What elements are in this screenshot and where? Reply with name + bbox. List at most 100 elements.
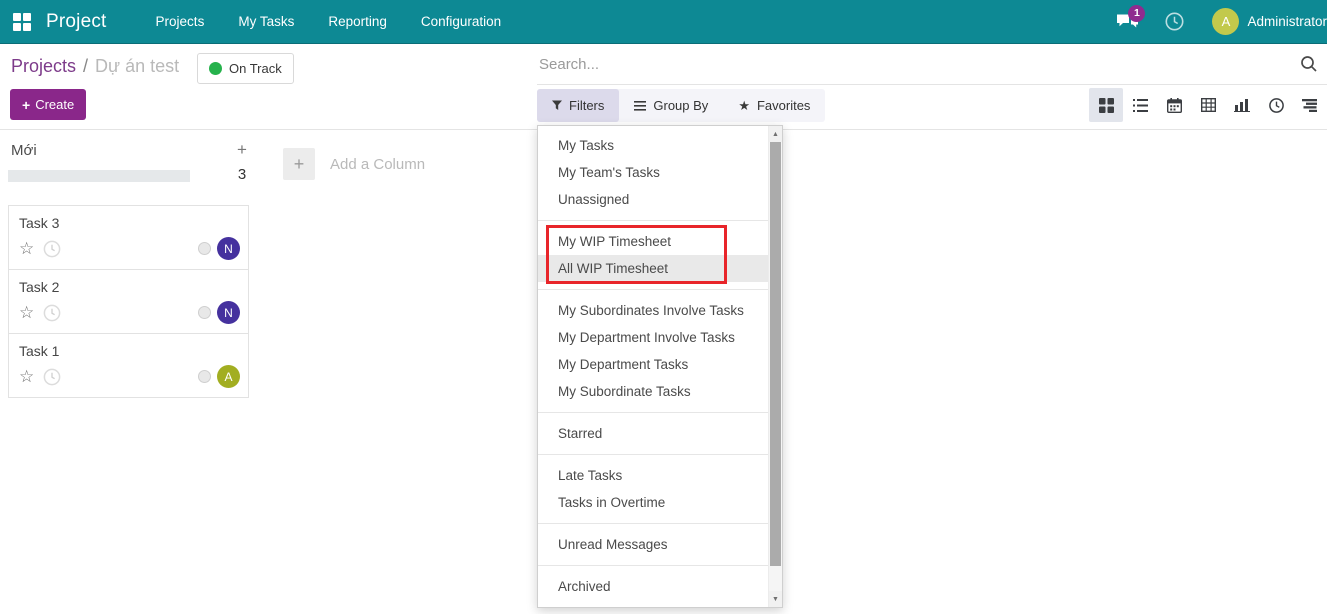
assignee-avatar[interactable]: N [217,301,240,324]
filter-toolbar: Filters Group By ★ Favorites [537,89,826,122]
filter-menu-item[interactable]: Unassigned [538,186,769,213]
status-label: On Track [229,61,282,76]
favorites-button[interactable]: ★ Favorites [723,89,825,122]
filter-menu-item[interactable]: Starred [538,420,769,447]
filters-button[interactable]: Filters [537,89,620,122]
assignee-avatar[interactable]: N [217,237,240,260]
pivot-view-icon [1200,98,1216,112]
card-star-icon[interactable]: ☆ [19,368,34,385]
filter-menu-item[interactable]: My Subordinate Tasks [538,378,769,405]
user-avatar[interactable]: A [1212,8,1240,35]
kanban-state-icon[interactable] [198,370,211,383]
search-bar [537,44,1327,85]
scroll-up-arrow[interactable]: ▲ [769,126,782,142]
filter-menu-item[interactable]: My Team's Tasks [538,159,769,186]
card-right-icons: N [198,301,240,324]
dropdown-scrollbar[interactable]: ▲ ▼ [768,126,782,607]
filter-menu-item[interactable]: My Subordinates Involve Tasks [538,297,769,324]
card-footer: ☆ A [19,365,240,388]
card-right-icons: A [198,365,240,388]
card-title: Task 3 [19,215,60,231]
menu-separator [538,523,769,524]
add-column-button[interactable]: + [283,148,315,180]
app-window: Project Projects My Tasks Reporting Configu… [0,0,1327,614]
navbar-menu: Projects My Tasks Reporting Configuration [139,0,519,43]
menu-separator [538,289,769,290]
column-record-count: 3 [237,166,247,183]
favorites-label: Favorites [756,98,811,113]
add-column-label[interactable]: Add a Column [330,156,425,173]
card-clock-icon[interactable] [43,304,61,322]
view-calendar-button[interactable] [1157,88,1191,122]
view-activity-button[interactable] [1259,88,1293,122]
card-clock-icon[interactable] [43,240,61,258]
filters-dropdown-menu: My Tasks My Team's Tasks Unassigned My WIP … [537,125,783,608]
activity-clock-button[interactable] [1165,12,1184,31]
create-label: Create [35,97,75,112]
menu-separator [538,412,769,413]
user-name[interactable]: Administrator [1247,14,1327,29]
green-status-dot-icon [209,62,222,75]
kanban-state-icon[interactable] [198,306,211,319]
filter-menu-item[interactable]: Unread Messages [538,531,769,558]
filter-menu-item[interactable]: My WIP Timesheet [538,228,769,255]
menu-separator [538,454,769,455]
filter-menu-item[interactable]: Tasks in Overtime [538,489,769,516]
apps-grid-icon[interactable] [13,12,31,31]
app-title[interactable]: Project [46,11,107,33]
clock-icon [1165,12,1184,31]
card-title: Task 1 [19,343,60,359]
kanban-card[interactable]: Task 2 ☆ N [8,269,249,334]
column-quick-add-icon[interactable]: + [232,140,252,160]
breadcrumb-current: Dự án test [95,56,180,76]
scrollbar-thumb[interactable] [770,142,781,566]
filter-menu-item[interactable]: My Department Tasks [538,351,769,378]
card-list: Task 3 ☆ N Task 2 ☆ N Task 1 ☆ A [8,205,249,398]
bars-icon [634,100,647,111]
view-kanban-button[interactable] [1089,88,1123,122]
calendar-view-icon [1166,97,1182,113]
filter-menu-item[interactable]: All WIP Timesheet [538,255,769,282]
filter-menu-item[interactable]: Late Tasks [538,462,769,489]
filter-menu-item[interactable]: Archived [538,573,769,600]
nav-item-reporting[interactable]: Reporting [311,0,404,43]
breadcrumb-projects-link[interactable]: Projects [11,56,76,76]
nav-item-configuration[interactable]: Configuration [404,0,518,43]
on-track-status-button[interactable]: On Track [197,53,294,84]
plus-icon: + [22,96,31,113]
card-star-icon[interactable]: ☆ [19,240,34,257]
group-by-button[interactable]: Group By [619,89,723,122]
filter-menu-item[interactable]: My Department Involve Tasks [538,324,769,351]
create-button[interactable]: + Create [10,89,87,120]
view-switcher [1089,88,1327,122]
card-title: Task 2 [19,279,60,295]
kanban-card[interactable]: Task 3 ☆ N [8,205,249,270]
control-panel: Projects / Dự án test On Track + Create [0,44,1327,130]
view-gantt-button[interactable] [1293,88,1327,122]
group-by-label: Group By [653,98,709,113]
filter-menu-item[interactable]: My Tasks [538,132,769,159]
menu-separator [538,565,769,566]
search-panel: Filters Group By ★ Favorites [537,44,1327,130]
card-clock-icon[interactable] [43,368,61,386]
view-pivot-button[interactable] [1191,88,1225,122]
breadcrumb: Projects / Dự án test [11,56,179,77]
star-icon: ★ [738,97,750,113]
search-icon[interactable] [1299,54,1319,74]
scroll-down-arrow[interactable]: ▼ [769,591,782,607]
systray: 1 A Administrator [1116,4,1327,35]
messages-button[interactable]: 1 [1116,4,1146,31]
view-graph-button[interactable] [1225,88,1259,122]
kanban-state-icon[interactable] [198,242,211,255]
nav-item-my-tasks[interactable]: My Tasks [221,0,311,43]
kanban-card[interactable]: Task 1 ☆ A [8,333,249,398]
card-star-icon[interactable]: ☆ [19,304,34,321]
filters-menu-items: My Tasks My Team's Tasks Unassigned My WIP … [538,126,769,600]
card-footer: ☆ N [19,237,240,260]
assignee-avatar[interactable]: A [217,365,240,388]
column-progress-bar[interactable] [8,170,190,182]
search-input[interactable] [539,48,1293,80]
nav-item-projects[interactable]: Projects [139,0,222,43]
view-list-button[interactable] [1123,88,1157,122]
activity-view-icon [1268,97,1284,113]
